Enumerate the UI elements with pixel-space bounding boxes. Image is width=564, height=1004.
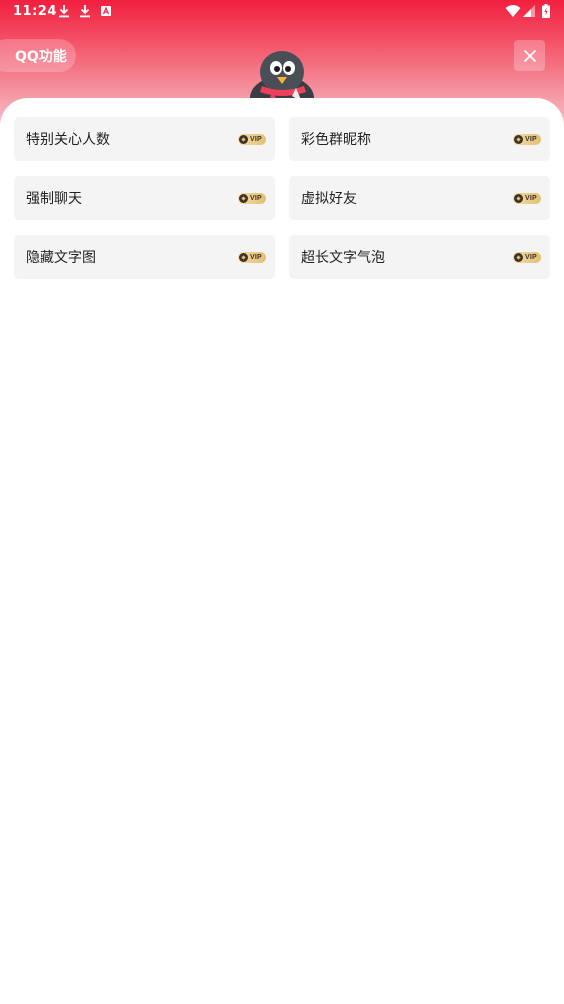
diamond-icon	[514, 135, 523, 144]
feature-label: 虚拟好友	[301, 191, 357, 207]
diamond-icon	[239, 194, 248, 203]
feature-card-virtual-friend[interactable]: 虚拟好友 VIP	[289, 176, 550, 220]
status-bar: 11:24	[0, 0, 564, 24]
vip-badge: VIP	[513, 134, 541, 145]
vip-badge-text: VIP	[525, 195, 537, 202]
feature-label: 特别关心人数	[26, 132, 110, 148]
download-icon	[80, 5, 90, 18]
feature-card-hidden-text-image[interactable]: 隐藏文字图 VIP	[14, 235, 275, 279]
feature-card-colored-group-nickname[interactable]: 彩色群昵称 VIP	[289, 117, 550, 161]
diamond-icon	[239, 253, 248, 262]
qq-features-screen: 11:24 QQ功能 特别关心人数 VIP 彩色群昵称 VIP 强制聊天 VIP…	[0, 0, 564, 1004]
wifi-icon	[505, 5, 521, 17]
diamond-icon	[239, 135, 248, 144]
feature-label: 超长文字气泡	[301, 250, 385, 266]
feature-label: 彩色群昵称	[301, 132, 371, 148]
vip-badge-text: VIP	[525, 254, 537, 261]
vip-badge: VIP	[513, 252, 541, 263]
diamond-icon	[514, 194, 523, 203]
vip-badge: VIP	[513, 193, 541, 204]
feature-label: 强制聊天	[26, 191, 82, 207]
feature-label: 隐藏文字图	[26, 250, 96, 266]
vip-badge-text: VIP	[250, 254, 262, 261]
signal-icon	[523, 5, 535, 17]
download-icon	[59, 5, 69, 18]
vip-badge: VIP	[238, 193, 266, 204]
status-time: 11:24	[13, 4, 57, 19]
feature-card-forced-chat[interactable]: 强制聊天 VIP	[14, 176, 275, 220]
feature-sheet: 特别关心人数 VIP 彩色群昵称 VIP 强制聊天 VIP 虚拟好友 VIP 隐…	[0, 98, 564, 1004]
close-button[interactable]	[514, 40, 545, 71]
diamond-icon	[514, 253, 523, 262]
vip-badge-text: VIP	[250, 195, 262, 202]
app-store-icon	[101, 6, 111, 16]
feature-card-special-care-count[interactable]: 特别关心人数 VIP	[14, 117, 275, 161]
page-title: QQ功能	[0, 39, 76, 72]
feature-card-long-text-bubble[interactable]: 超长文字气泡 VIP	[289, 235, 550, 279]
page-title-text: QQ功能	[15, 48, 67, 65]
vip-badge: VIP	[238, 252, 266, 263]
vip-badge-text: VIP	[525, 136, 537, 143]
vip-badge: VIP	[238, 134, 266, 145]
qq-penguin-mascot	[250, 51, 314, 104]
vip-badge-text: VIP	[250, 136, 262, 143]
close-icon	[523, 49, 536, 62]
battery-icon	[542, 4, 550, 18]
feature-grid: 特别关心人数 VIP 彩色群昵称 VIP 强制聊天 VIP 虚拟好友 VIP 隐…	[14, 117, 550, 279]
